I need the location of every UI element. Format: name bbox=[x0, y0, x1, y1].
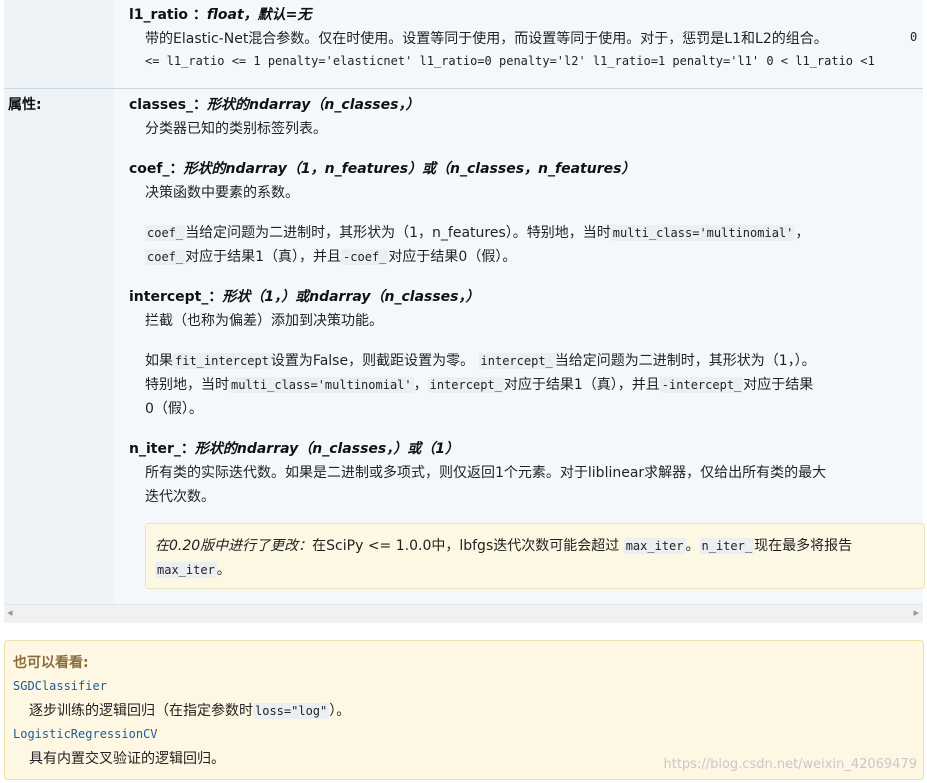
attr-coef-para2: coef_ 对应于结果1（真），并且 -coef_ 对应于结果0（假）。 bbox=[145, 249, 517, 265]
version-changed-note: 在0.20版中进行了更改：在SciPy <= 1.0.0中，lbfgs迭代次数可… bbox=[145, 523, 925, 589]
attr-n-iter-description-line2: 迭代次数。 bbox=[145, 489, 215, 505]
watermark-text: https://blog.csdn.net/weixin_42069479 bbox=[663, 757, 917, 772]
attr-classes-description: 分类器已知的类别标签列表。 bbox=[145, 121, 327, 137]
attr-coef: coef_：形状的ndarray（1，n_features）或（n_classe… bbox=[129, 158, 635, 178]
attr-type: 形状的ndarray（1，n_features）或（n_classes，n_fe… bbox=[183, 161, 636, 177]
see-also-title: 也可以看看: bbox=[13, 655, 89, 671]
version-changed-label: 在0.20版中进行了更改： bbox=[155, 538, 313, 554]
see-also-link-logisticregressioncv[interactable]: LogisticRegressionCV bbox=[13, 727, 158, 741]
attr-n-iter-description-line1: 所有类的实际迭代数。如果是二进制或多项式，则仅返回1个元素。对于liblinea… bbox=[145, 465, 827, 481]
param-l1-ratio-description: 带的Elastic-Net混合参数。仅在时使用。设置等同于使用，而设置等同于使用… bbox=[145, 31, 828, 47]
attr-intercept: intercept_：形状（1，）或ndarray（n_classes，） bbox=[129, 286, 480, 306]
inline-code: intercept_ bbox=[478, 353, 555, 369]
attr-coef-description: 决策函数中要素的系数。 bbox=[145, 185, 299, 201]
attr-type: 形状（1，）或ndarray（n_classes，） bbox=[222, 289, 480, 305]
see-also-desc-sgdclassifier: 逐步训练的逻辑回归（在指定参数时 loss="log"）。 bbox=[29, 703, 351, 719]
param-sep: ： bbox=[192, 7, 207, 23]
scroll-right-icon[interactable]: ▸ bbox=[913, 606, 919, 619]
attr-name: classes_ bbox=[129, 97, 194, 113]
inline-code: multi_class='multinomial' bbox=[610, 225, 796, 241]
inline-code: n_iter_ bbox=[699, 538, 755, 554]
param-l1-ratio-desc-end: 0 bbox=[910, 30, 918, 44]
inline-code: multi_class='multinomial' bbox=[229, 377, 414, 393]
attr-classes: classes_：形状的ndarray（n_classes，） bbox=[129, 94, 419, 114]
attr-intercept-para3: 0（假）。 bbox=[145, 401, 203, 417]
param-l1-ratio-code-line: <= l1_ratio <= 1 penalty='elasticnet' l1… bbox=[145, 54, 875, 68]
attr-coef-para1: coef_ 当给定问题为二进制时，其形状为（1，n_features）。特别地，当… bbox=[145, 225, 810, 241]
attr-name: coef_ bbox=[129, 161, 170, 177]
inline-code: coef_ bbox=[145, 225, 186, 241]
inline-code: -coef_ bbox=[341, 249, 389, 265]
horizontal-scrollbar[interactable]: ◂ ▸ bbox=[4, 604, 923, 623]
attr-sep: ： bbox=[208, 289, 223, 305]
attr-sep: ： bbox=[193, 97, 208, 113]
inline-code: max_iter bbox=[155, 562, 217, 578]
attr-n-iter: n_iter_：形状的ndarray（n_classes，）或（1） bbox=[129, 438, 459, 458]
inline-code: max_iter bbox=[623, 538, 686, 554]
version-changed-line2: max_iter。 bbox=[155, 562, 231, 578]
attr-intercept-para1: 如果 fit_intercept 设置为False，则截距设置为零。 interce… bbox=[145, 353, 816, 369]
param-l1-ratio: l1_ratio ：float，默认=无 bbox=[129, 4, 311, 24]
param-name: l1_ratio bbox=[129, 7, 189, 23]
inline-code: loss="log" bbox=[253, 703, 330, 719]
inline-code: intercept_ bbox=[427, 377, 504, 393]
section-divider bbox=[4, 88, 923, 89]
attr-type: 形状的ndarray（n_classes，）或（1） bbox=[194, 441, 459, 457]
field-list-label-column bbox=[4, 0, 114, 604]
attr-name: intercept_ bbox=[129, 289, 209, 305]
see-also-link-sgdclassifier[interactable]: SGDClassifier bbox=[13, 679, 107, 693]
inline-code: -intercept_ bbox=[659, 377, 744, 393]
attr-intercept-para2: 特别地，当时 multi_class='multinomial'， intercep… bbox=[145, 377, 814, 393]
attr-sep: ： bbox=[180, 441, 195, 457]
attr-intercept-description: 拦截（也称为偏差）添加到决策功能。 bbox=[145, 313, 383, 329]
see-also-desc-logisticregressioncv: 具有内置交叉验证的逻辑回归。 bbox=[29, 751, 225, 767]
attr-name: n_iter_ bbox=[129, 441, 181, 457]
inline-code: fit_intercept bbox=[173, 353, 271, 369]
scroll-left-icon[interactable]: ◂ bbox=[7, 606, 13, 619]
attributes-label: 属性: bbox=[8, 97, 42, 113]
attr-type: 形状的ndarray（n_classes，） bbox=[207, 97, 420, 113]
version-changed-line1: 在0.20版中进行了更改：在SciPy <= 1.0.0中，lbfgs迭代次数可… bbox=[155, 538, 853, 554]
attr-sep: ： bbox=[169, 161, 184, 177]
inline-code: coef_ bbox=[145, 249, 186, 265]
param-type: float，默认=无 bbox=[206, 7, 312, 23]
